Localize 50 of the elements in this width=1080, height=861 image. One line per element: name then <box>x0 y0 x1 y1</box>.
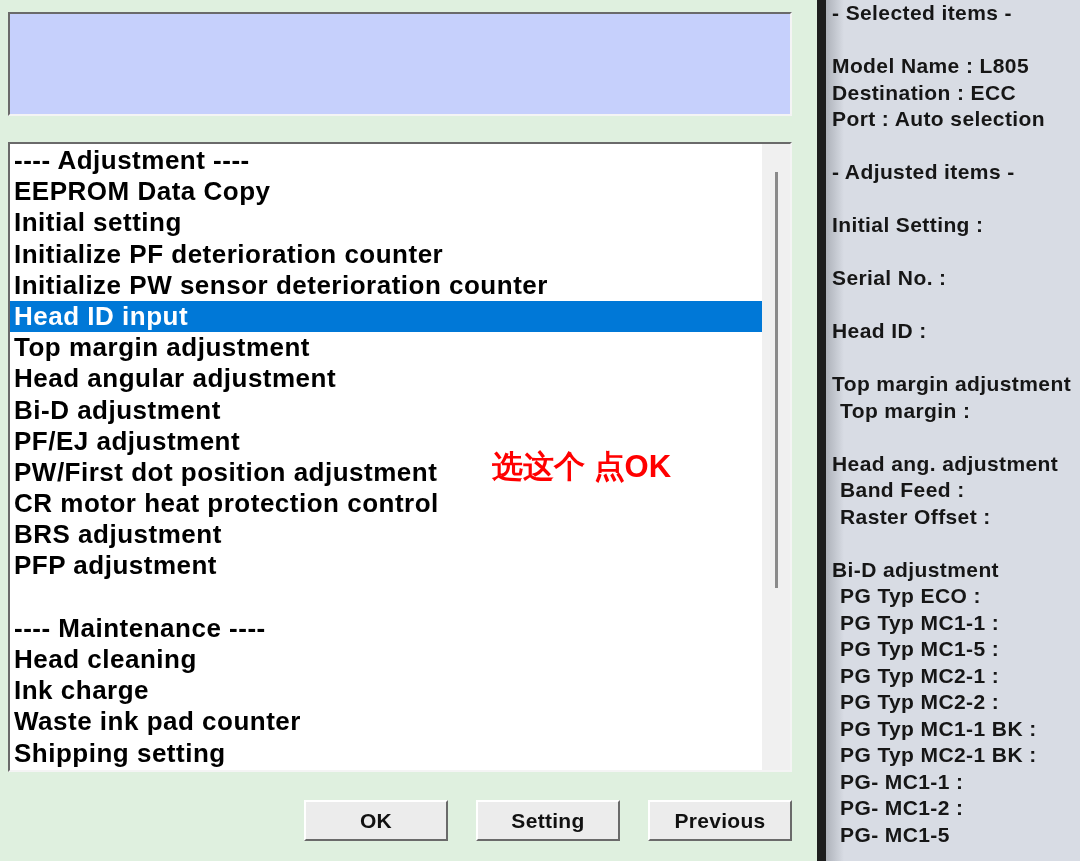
list-item[interactable]: CR motor heat protection control <box>10 488 443 520</box>
scrollbar-thumb[interactable] <box>775 172 778 588</box>
info-line: Top margin : <box>839 397 971 424</box>
list-item[interactable]: Ink charge <box>10 675 154 707</box>
list-item[interactable]: Head ID input <box>10 300 762 333</box>
list-item[interactable]: Initialize PF deterioration counter <box>10 238 448 270</box>
ok-button[interactable]: OK <box>304 800 448 841</box>
info-line: Band Feed : <box>839 477 965 503</box>
list-item[interactable]: PW/First dot position adjustment <box>10 456 442 489</box>
list-item[interactable]: PFP adjustment <box>10 550 221 582</box>
list-item[interactable]: Shipping setting <box>10 737 230 769</box>
list-item[interactable]: BRS adjustment <box>10 519 226 551</box>
section-header[interactable]: ---- Maintenance ---- <box>10 612 270 644</box>
setting-button[interactable]: Setting <box>476 800 620 841</box>
info-line: PG Typ MC2-1 BK : <box>839 742 1037 768</box>
info-line: Raster Offset : <box>839 503 991 530</box>
info-line: PG- MC1-1 : <box>839 768 964 795</box>
info-line: Model Name : L805 <box>832 53 1030 79</box>
list-item[interactable]: Initialize PW sensor deterioration counter <box>10 269 552 301</box>
info-line: PG- MC1-2 : <box>839 795 964 821</box>
info-line: Head ID : <box>832 318 927 344</box>
list-box[interactable] <box>8 142 792 772</box>
info-line: Head ang. adjustment <box>832 450 1059 477</box>
annotation-text: 选这个 点OK <box>492 448 672 486</box>
info-line: Destination : ECC <box>832 79 1017 106</box>
list-item[interactable]: PF/EJ adjustment <box>10 425 245 457</box>
section-header[interactable]: ---- Adjustment ---- <box>10 145 254 177</box>
list-item[interactable]: Head cleaning <box>10 644 201 676</box>
list-item[interactable]: EEPROM Data Copy <box>10 176 275 208</box>
previous-button[interactable]: Previous <box>648 800 792 841</box>
info-line: PG Typ MC1-5 : <box>839 636 1000 662</box>
section-heading: - Adjusted items - <box>832 159 1015 185</box>
info-line: PG Typ MC2-1 : <box>839 662 1000 689</box>
list-item[interactable]: Initial setting <box>10 207 186 239</box>
info-line: Top margin adjustment <box>832 371 1072 397</box>
info-line: Bi-D adjustment <box>832 556 999 583</box>
info-line: Initial Setting : <box>832 212 984 238</box>
list-item[interactable]: Top margin adjustment <box>10 332 315 364</box>
info-line: PG Typ MC1-1 BK : <box>839 715 1037 742</box>
info-line: PG- MC1-5 <box>839 821 950 848</box>
info-line: PG Typ ECO : <box>839 583 981 609</box>
section-heading: - Selected items - <box>832 0 1012 26</box>
list-item[interactable]: Waste ink pad counter <box>10 706 305 738</box>
info-line: Serial No. : <box>832 265 947 291</box>
info-line: PG Typ MC1-1 : <box>839 609 1000 636</box>
scrollbar-track[interactable] <box>762 144 790 770</box>
info-line: Port : Auto selection <box>832 106 1045 132</box>
info-line: PG Typ MC2-2 : <box>839 689 1000 715</box>
list-item[interactable]: Head angular adjustment <box>10 363 341 395</box>
list-item[interactable]: Bi-D adjustment <box>10 394 225 426</box>
